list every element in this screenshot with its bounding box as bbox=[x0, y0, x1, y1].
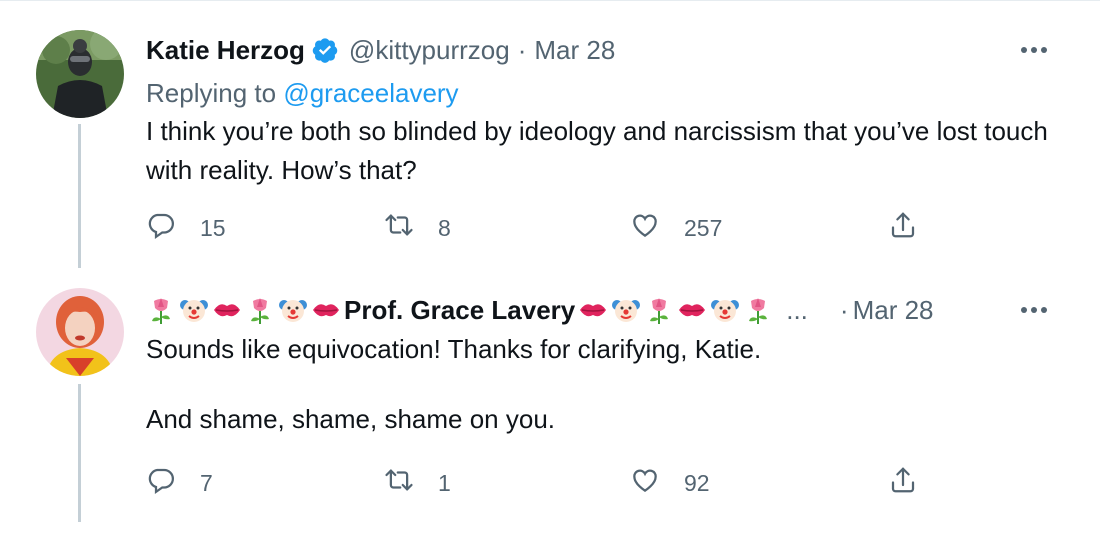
retweet-button[interactable]: 8 bbox=[384, 210, 451, 246]
reply-icon bbox=[146, 210, 176, 246]
reply-icon bbox=[146, 465, 176, 501]
share-icon bbox=[888, 465, 918, 501]
kiss-mark-icon bbox=[212, 295, 242, 325]
kiss-mark-icon bbox=[578, 295, 608, 325]
tweet-katie-herzog[interactable]: Katie Herzog @kittypurrzog · Mar 28 Repl… bbox=[0, 0, 1100, 268]
share-icon bbox=[888, 210, 918, 246]
tulip-icon bbox=[743, 295, 773, 325]
clown-face-icon bbox=[278, 295, 308, 325]
like-count: 257 bbox=[684, 214, 723, 241]
replying-prefix: Replying to bbox=[146, 78, 284, 108]
clown-face-icon bbox=[710, 295, 740, 325]
clown-face-icon bbox=[179, 295, 209, 325]
tweet-date[interactable]: Mar 28 bbox=[853, 295, 934, 326]
like-icon bbox=[630, 465, 660, 501]
thread-line bbox=[78, 384, 81, 522]
name-emojis-after bbox=[578, 295, 776, 325]
tweet-grace-lavery[interactable]: Prof. Grace Lavery ... · Mar 28 Sounds l… bbox=[0, 268, 1100, 534]
verified-badge-icon bbox=[311, 36, 339, 64]
tweet-actions: 15 8 257 bbox=[146, 208, 936, 248]
separator-dot: · bbox=[839, 294, 849, 325]
like-count: 92 bbox=[684, 469, 710, 496]
tweet-text: I think you’re both so blinded by ideolo… bbox=[146, 116, 1056, 185]
kiss-mark-icon bbox=[677, 295, 707, 325]
tweet-actions: 7 1 92 bbox=[146, 463, 936, 503]
like-button[interactable]: 92 bbox=[630, 465, 710, 501]
tweet-header: Prof. Grace Lavery ... · Mar 28 bbox=[146, 290, 1070, 330]
retweet-icon bbox=[384, 465, 414, 501]
separator-dot: · bbox=[517, 34, 527, 65]
like-button[interactable]: 257 bbox=[630, 210, 722, 246]
clown-face-icon bbox=[611, 295, 641, 325]
replying-to: Replying to @graceelavery bbox=[146, 74, 1070, 112]
author-handle[interactable]: @kittypurrzog bbox=[349, 35, 510, 66]
retweet-icon bbox=[384, 210, 414, 246]
author-name[interactable]: Prof. Grace Lavery bbox=[344, 295, 575, 326]
tulip-icon bbox=[245, 295, 275, 325]
tweet-text: Sounds like equivocation! Thanks for cla… bbox=[146, 334, 762, 434]
tulip-icon bbox=[644, 295, 674, 325]
reply-count: 15 bbox=[200, 214, 226, 241]
share-button[interactable] bbox=[888, 465, 918, 501]
retweet-button[interactable]: 1 bbox=[384, 465, 451, 501]
reply-button[interactable]: 7 bbox=[146, 465, 213, 501]
reply-count: 7 bbox=[200, 469, 213, 496]
retweet-count: 8 bbox=[438, 214, 451, 241]
avatar[interactable] bbox=[36, 30, 124, 118]
avatar[interactable] bbox=[36, 288, 124, 376]
tweet-date[interactable]: Mar 28 bbox=[534, 35, 615, 66]
more-icon[interactable] bbox=[1012, 32, 1056, 68]
name-truncation: ... bbox=[786, 294, 808, 325]
reply-button[interactable]: 15 bbox=[146, 210, 226, 246]
replying-to-link[interactable]: @graceelavery bbox=[283, 78, 458, 108]
tulip-icon bbox=[146, 295, 176, 325]
thread-line bbox=[78, 124, 81, 268]
like-icon bbox=[630, 210, 660, 246]
tweet-header: Katie Herzog @kittypurrzog · Mar 28 bbox=[146, 30, 1070, 70]
author-name[interactable]: Katie Herzog bbox=[146, 35, 305, 66]
kiss-mark-icon bbox=[311, 295, 341, 325]
name-emojis-before bbox=[146, 295, 344, 325]
share-button[interactable] bbox=[888, 210, 918, 246]
retweet-count: 1 bbox=[438, 469, 451, 496]
more-icon[interactable] bbox=[1012, 292, 1056, 328]
